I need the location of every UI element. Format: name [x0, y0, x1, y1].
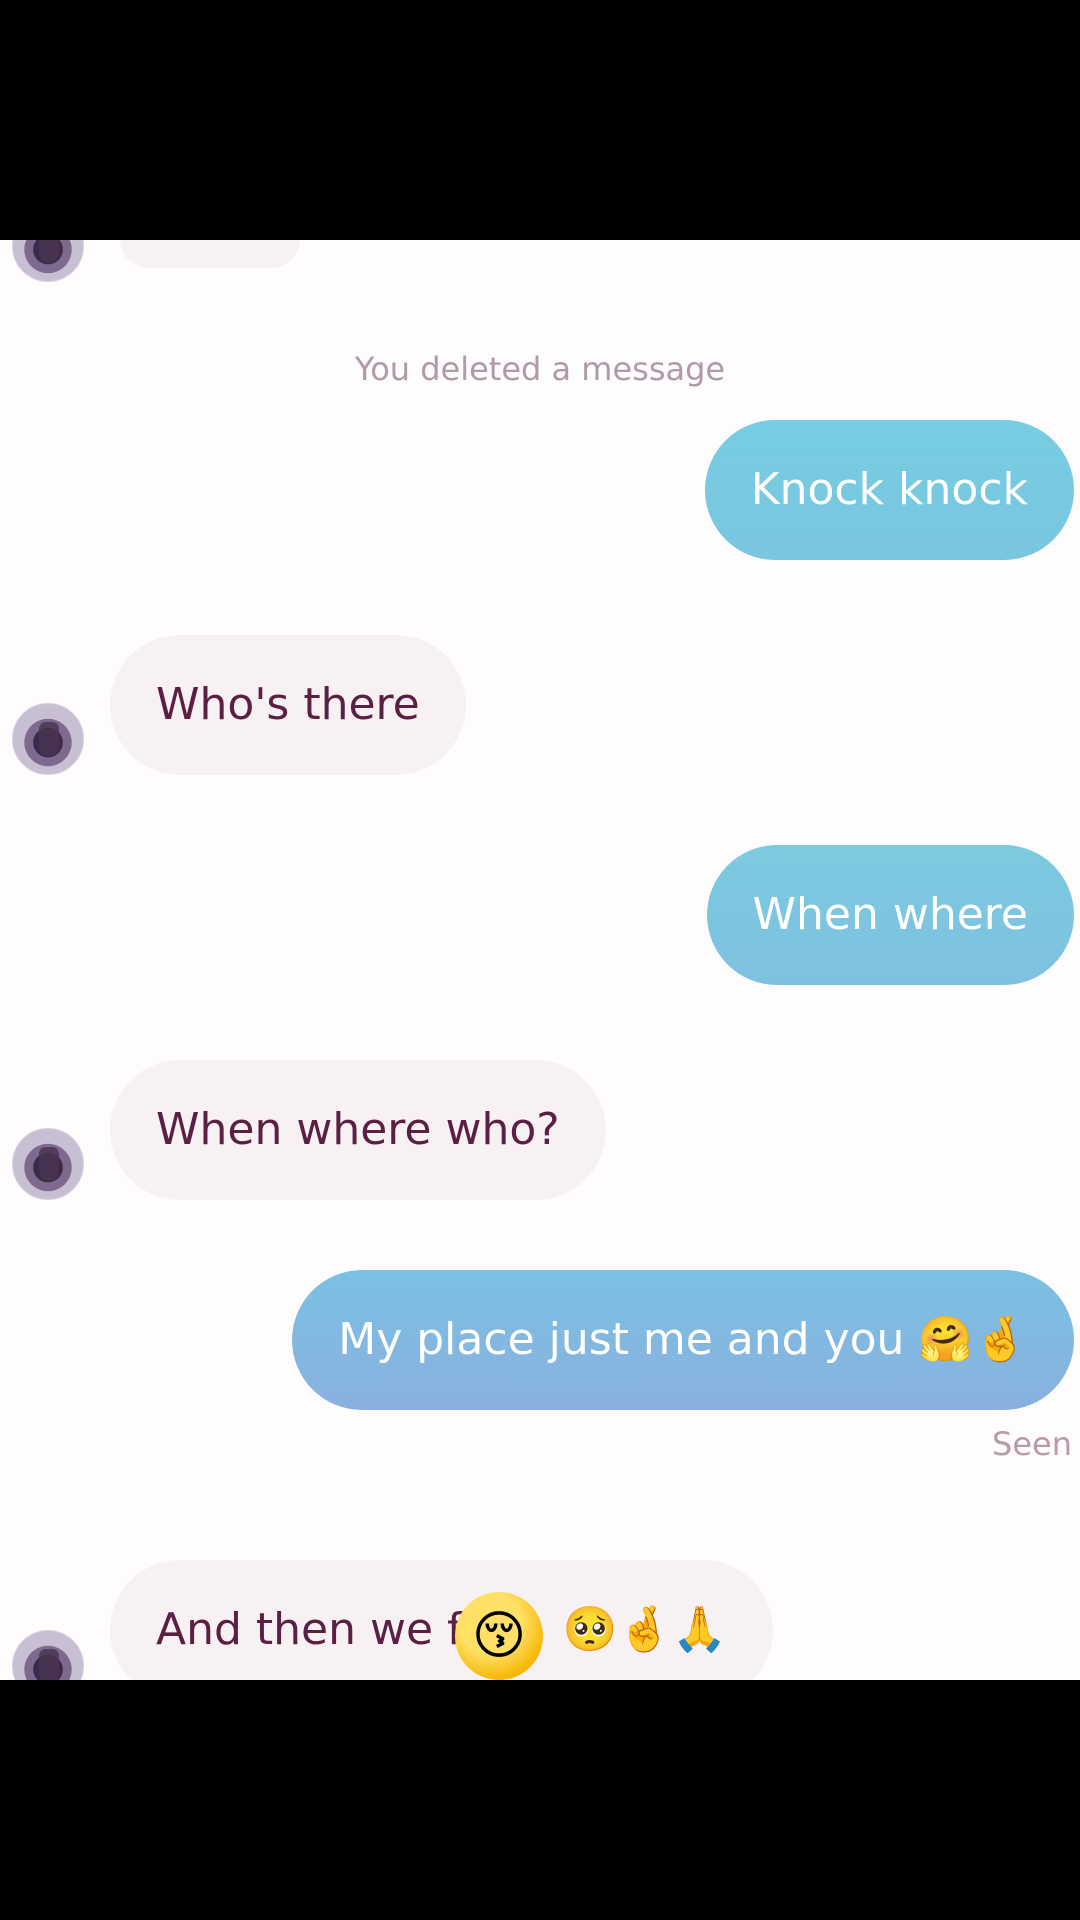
avatar-icon[interactable] [12, 240, 84, 282]
deleted-message-notice: You deleted a message [354, 350, 726, 388]
incoming-message-bubble[interactable]: When where who? [110, 1060, 606, 1200]
message-text: Who's there [156, 679, 420, 730]
avatar-icon[interactable] [12, 1128, 84, 1200]
outgoing-message-bubble[interactable]: My place just me and you 🤗🤞 [292, 1270, 1074, 1410]
message-text: When where who? [156, 1104, 560, 1155]
message-text: Knock knock [750, 464, 1028, 515]
incoming-message-bubble[interactable]: And then we f 🥺🤞🙏 [110, 1560, 773, 1680]
pleading-fingers-crossed-pray-emoji-icon: 🥺🤞🙏 [562, 1604, 727, 1655]
bottom-letterbox [0, 1680, 1080, 1920]
avatar-icon[interactable] [12, 703, 84, 775]
message-text: My place just me and you [338, 1314, 905, 1365]
message-text: When where [752, 889, 1028, 940]
outgoing-message-bubble[interactable]: When where [706, 845, 1074, 985]
message-text: And then we f [156, 1604, 463, 1655]
avatar-icon[interactable] [12, 1630, 84, 1680]
kissing-face-emoji-icon: 😚 [455, 1592, 543, 1680]
top-letterbox [0, 0, 1080, 240]
hug-fingers-crossed-emoji-icon: 🤗🤞 [918, 1314, 1028, 1365]
incoming-message-bubble[interactable]: Who's there [110, 635, 466, 775]
seen-receipt: Seen [992, 1425, 1072, 1463]
outgoing-message-bubble[interactable]: Knock knock [704, 420, 1074, 560]
chat-thread[interactable]: You deleted a message Knock knock Who's … [0, 240, 1080, 1680]
partial-bubble [120, 240, 300, 268]
